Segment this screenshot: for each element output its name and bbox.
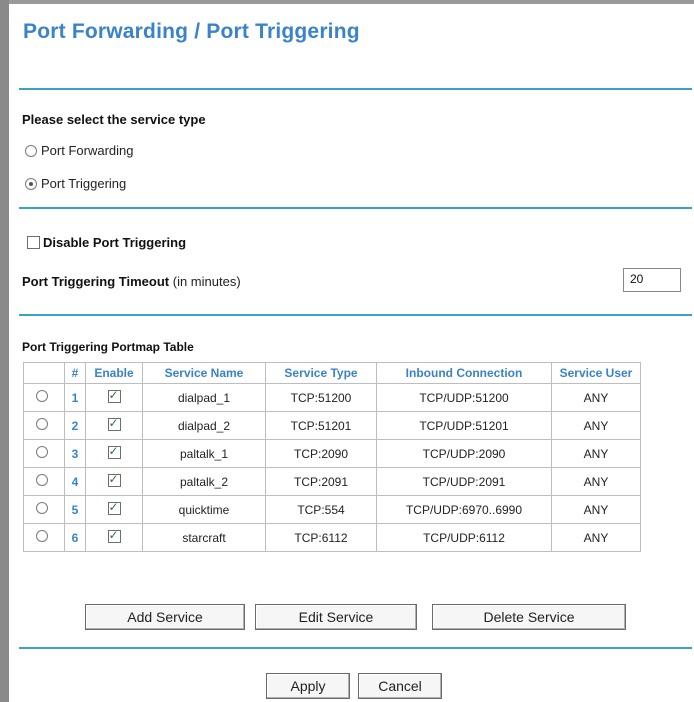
row-inbound-connection: TCP/UDP:51201: [376, 411, 552, 440]
apply-button[interactable]: Apply: [266, 673, 350, 699]
row-number: 1: [64, 383, 86, 412]
row-service-type: TCP:2091: [265, 467, 377, 496]
row-select-radio-cell[interactable]: [23, 439, 65, 468]
column-header-select: [23, 362, 65, 384]
row-number: 3: [64, 439, 86, 468]
radio-port-forwarding[interactable]: Port Forwarding: [25, 143, 133, 158]
row-service-user: ANY: [551, 439, 641, 468]
row-select-radio-cell[interactable]: [23, 495, 65, 524]
row-inbound-connection: TCP/UDP:6970..6990: [376, 495, 552, 524]
row-select-radio-icon[interactable]: [36, 418, 48, 430]
portmap-heading: Port Triggering Portmap Table: [22, 340, 194, 354]
row-number: 2: [64, 411, 86, 440]
row-service-user: ANY: [551, 495, 641, 524]
row-select-radio-icon[interactable]: [36, 446, 48, 458]
table-row: 3 paltalk_1TCP:2090TCP/UDP:2090ANY: [23, 439, 641, 468]
disable-port-triggering-label: Disable Port Triggering: [43, 235, 187, 250]
row-enable-cell[interactable]: [85, 467, 143, 496]
radio-button-icon[interactable]: [25, 144, 37, 157]
divider: [19, 647, 692, 649]
row-service-user: ANY: [551, 523, 641, 552]
row-service-user: ANY: [551, 411, 641, 440]
timeout-label-bold: Port Triggering Timeout: [22, 274, 170, 289]
edit-service-button[interactable]: Edit Service: [255, 604, 417, 630]
row-inbound-connection: TCP/UDP:2090: [376, 439, 552, 468]
row-service-name: paltalk_2: [142, 467, 266, 496]
column-header-service-name: Service Name: [142, 362, 266, 384]
timeout-input[interactable]: 20: [623, 268, 681, 292]
row-service-user: ANY: [551, 467, 641, 496]
row-enable-checkbox[interactable]: [107, 528, 121, 543]
row-select-radio-icon[interactable]: [36, 502, 48, 514]
radio-button-selected-icon[interactable]: [25, 177, 37, 190]
table-header-row: # Enable Service Name Service Type Inbou…: [23, 362, 641, 384]
table-row: 2 dialpad_2TCP:51201TCP/UDP:51201ANY: [23, 411, 641, 440]
row-select-radio-cell[interactable]: [23, 523, 65, 552]
portmap-table: # Enable Service Name Service Type Inbou…: [23, 362, 641, 552]
row-select-radio-cell[interactable]: [23, 467, 65, 496]
service-type-heading: Please select the service type: [22, 112, 206, 127]
row-service-name: quicktime: [142, 495, 266, 524]
row-select-radio-icon[interactable]: [36, 474, 48, 486]
column-header-number: #: [64, 362, 86, 384]
row-inbound-connection: TCP/UDP:2091: [376, 467, 552, 496]
row-enable-cell[interactable]: [85, 523, 143, 552]
row-enable-cell[interactable]: [85, 383, 143, 412]
table-row: 5 quicktimeTCP:554TCP/UDP:6970..6990ANY: [23, 495, 641, 524]
delete-service-button[interactable]: Delete Service: [432, 604, 626, 630]
radio-port-triggering-label: Port Triggering: [41, 176, 127, 191]
page-title: Port Forwarding / Port Triggering: [23, 20, 360, 43]
disable-port-triggering-row[interactable]: Disable Port Triggering: [27, 235, 186, 250]
row-service-type: TCP:554: [265, 495, 377, 524]
row-select-radio-cell[interactable]: [23, 383, 65, 412]
column-header-service-user: Service User: [551, 362, 641, 384]
timeout-label-unit: (in minutes): [172, 274, 241, 289]
table-row: 4 paltalk_2TCP:2091TCP/UDP:2091ANY: [23, 467, 641, 496]
divider: [19, 88, 692, 90]
row-enable-checkbox[interactable]: [107, 472, 121, 487]
row-service-type: TCP:51200: [265, 383, 377, 412]
row-enable-cell[interactable]: [85, 411, 143, 440]
row-enable-checkbox[interactable]: [107, 500, 121, 515]
column-header-inbound-connection: Inbound Connection: [376, 362, 552, 384]
divider: [19, 314, 692, 316]
table-row: 6 starcraftTCP:6112TCP/UDP:6112ANY: [23, 523, 641, 552]
page-content: Port Forwarding / Port Triggering Please…: [9, 4, 694, 702]
window-left-border: [0, 0, 9, 702]
row-inbound-connection: TCP/UDP:51200: [376, 383, 552, 412]
row-inbound-connection: TCP/UDP:6112: [376, 523, 552, 552]
row-service-user: ANY: [551, 383, 641, 412]
row-enable-cell[interactable]: [85, 439, 143, 468]
disable-port-triggering-checkbox[interactable]: [27, 236, 40, 249]
row-service-type: TCP:6112: [265, 523, 377, 552]
row-select-radio-cell[interactable]: [23, 411, 65, 440]
row-number: 6: [64, 523, 86, 552]
radio-port-triggering[interactable]: Port Triggering: [25, 176, 126, 191]
cancel-button[interactable]: Cancel: [358, 673, 442, 699]
row-number: 5: [64, 495, 86, 524]
row-enable-checkbox[interactable]: [107, 388, 121, 403]
table-row: 1 dialpad_1TCP:51200TCP/UDP:51200ANY: [23, 383, 641, 412]
radio-port-forwarding-label: Port Forwarding: [41, 143, 134, 158]
row-service-name: starcraft: [142, 523, 266, 552]
column-header-enable: Enable: [85, 362, 143, 384]
divider: [19, 207, 692, 209]
row-select-radio-icon[interactable]: [36, 530, 48, 542]
row-enable-cell[interactable]: [85, 495, 143, 524]
row-enable-checkbox[interactable]: [107, 444, 121, 459]
row-service-name: paltalk_1: [142, 439, 266, 468]
row-service-name: dialpad_1: [142, 383, 266, 412]
column-header-service-type: Service Type: [265, 362, 377, 384]
add-service-button[interactable]: Add Service: [85, 604, 245, 630]
row-number: 4: [64, 467, 86, 496]
row-select-radio-icon[interactable]: [36, 390, 48, 402]
row-enable-checkbox[interactable]: [107, 416, 121, 431]
timeout-label: Port Triggering Timeout (in minutes): [22, 274, 241, 289]
row-service-name: dialpad_2: [142, 411, 266, 440]
row-service-type: TCP:2090: [265, 439, 377, 468]
row-service-type: TCP:51201: [265, 411, 377, 440]
